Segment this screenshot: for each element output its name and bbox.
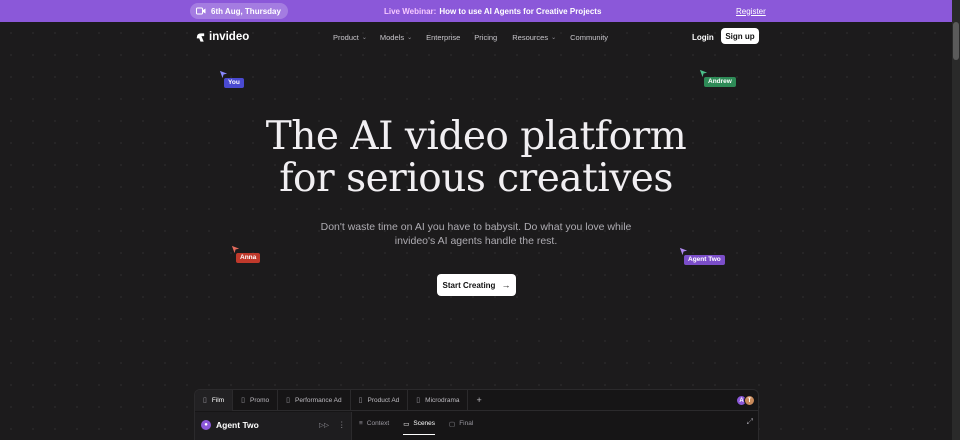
tab-scenes[interactable]: ▭ Scenes	[403, 412, 435, 435]
video-camera-icon	[196, 7, 206, 15]
nav-links: Product ⌄ Models ⌄ Enterprise Pricing Re…	[333, 29, 608, 45]
tab-final[interactable]: ▢ Final	[449, 412, 473, 435]
invideo-logo[interactable]: invideo	[195, 29, 249, 45]
nav-item-label: Community	[570, 32, 609, 42]
tab-label: Promo	[250, 396, 270, 404]
announcement-banner: 6th Aug, Thursday Live Webinar: How to u…	[0, 0, 952, 22]
film-icon: ▢	[449, 420, 456, 428]
start-creating-button[interactable]: Start Creating →	[437, 274, 516, 296]
chevron-down-icon: ⌄	[361, 34, 367, 41]
tab-context[interactable]: ≡ Context	[359, 412, 389, 435]
chevron-down-icon: ⌄	[407, 34, 413, 41]
list-icon: ≡	[359, 420, 363, 427]
nav-item-label: Enterprise	[426, 32, 461, 42]
project-tabs: ▯ Film ▯ Promo ▯ Performance Ad ▯ Produc…	[195, 390, 758, 411]
cta-label: Start Creating	[442, 280, 496, 290]
cursor-label: Agent Two	[684, 255, 725, 265]
agent-avatar-icon: ●	[201, 420, 211, 430]
document-icon: ▯	[203, 397, 207, 404]
webinar-title: How to use AI Agents for Creative Projec…	[439, 6, 602, 16]
hero-title-line: for serious creatives	[279, 156, 673, 201]
nav-item-label: Resources	[512, 32, 549, 42]
sub-tab-label: Final	[459, 420, 474, 427]
nav-item-pricing[interactable]: Pricing	[474, 33, 497, 42]
document-icon: ▯	[416, 397, 421, 404]
nav-item-label: Models	[379, 32, 405, 42]
nav-item-models[interactable]: Models ⌄	[380, 33, 412, 42]
nav-item-label: Product	[333, 32, 359, 42]
agent-header: ● Agent Two ▷▷ ⋮	[195, 412, 352, 440]
top-navigation: invideo Product ⌄ Models ⌄ Enterprise Pr…	[0, 22, 952, 52]
logo-text: invideo	[209, 31, 250, 43]
logo-mark-icon	[196, 32, 205, 42]
document-icon: ▯	[241, 397, 245, 404]
hero-title: The AI video platform for serious creati…	[0, 116, 952, 200]
page-scrollbar[interactable]	[952, 0, 960, 440]
tab-microdrama[interactable]: ▯ Microdrama	[408, 390, 469, 411]
collaborator-avatars: A T	[736, 395, 755, 406]
chevron-down-icon: ⌄	[551, 34, 557, 41]
agent-name: Agent Two	[216, 420, 259, 430]
hero-title-line: The AI video platform	[265, 114, 687, 159]
webinar-highlight: Live Webinar:	[384, 6, 437, 16]
cursor-label: Anna	[236, 253, 261, 263]
expand-icon[interactable]: ⤢	[747, 417, 753, 427]
document-icon: ▯	[358, 397, 363, 404]
skip-forward-icon[interactable]: ▷▷	[319, 421, 329, 429]
tab-promo[interactable]: ▯ Promo	[233, 390, 279, 411]
folder-icon: ▭	[403, 420, 410, 428]
login-link[interactable]: Login	[692, 29, 714, 45]
nav-item-product[interactable]: Product ⌄	[333, 33, 367, 42]
tab-performance-ad[interactable]: ▯ Performance Ad	[278, 390, 351, 411]
document-icon: ▯	[286, 397, 291, 404]
nav-item-community[interactable]: Community	[570, 33, 608, 42]
signup-button[interactable]: Sign up	[721, 28, 759, 44]
cursor-label: Andrew	[704, 77, 736, 87]
tab-label: Performance Ad	[295, 396, 342, 404]
nav-item-enterprise[interactable]: Enterprise	[426, 33, 460, 42]
editor-preview: ▯ Film ▯ Promo ▯ Performance Ad ▯ Produc…	[194, 389, 759, 440]
tab-label: Microdrama	[425, 396, 460, 404]
view-tabs: ≡ Context ▭ Scenes ▢ Final	[359, 412, 473, 435]
tab-label: Film	[211, 396, 225, 404]
sub-tab-label: Scenes	[413, 420, 436, 427]
add-tab-button[interactable]: +	[468, 395, 489, 405]
tab-product-ad[interactable]: ▯ Product Ad	[351, 390, 409, 411]
register-link[interactable]: Register	[736, 0, 766, 22]
event-date: 6th Aug, Thursday	[211, 6, 281, 16]
tab-label: Product Ad	[367, 396, 400, 404]
hero-subtitle: Don't waste time on AI you have to babys…	[320, 221, 632, 247]
nav-item-label: Pricing	[474, 32, 498, 42]
avatar[interactable]: T	[744, 395, 755, 406]
more-options-icon[interactable]: ⋮	[338, 420, 346, 429]
tab-film[interactable]: ▯ Film	[195, 390, 234, 411]
webinar-announcement[interactable]: Live Webinar: How to use AI Agents for C…	[384, 0, 601, 22]
sub-tab-label: Context	[366, 420, 390, 427]
scrollbar-thumb[interactable]	[953, 22, 959, 60]
cursor-label: You	[224, 78, 244, 88]
nav-item-resources[interactable]: Resources ⌄	[512, 33, 556, 42]
arrow-right-icon: →	[501, 280, 511, 290]
event-date-pill[interactable]: 6th Aug, Thursday	[190, 3, 288, 19]
